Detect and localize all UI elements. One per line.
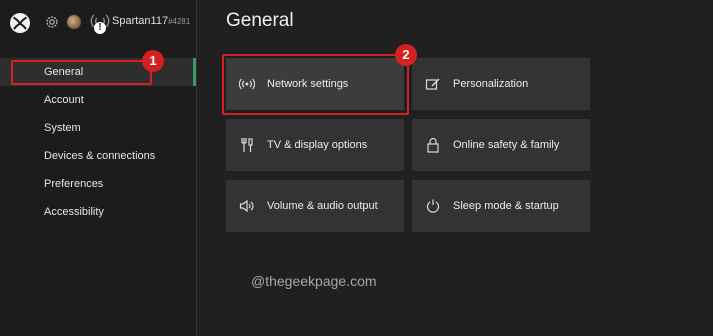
tile-tv-display-options[interactable]: TV & display options: [226, 119, 404, 171]
annotation-box-general: [11, 60, 152, 85]
gamertag[interactable]: Spartan117#4281: [112, 15, 190, 27]
annotation-marker-2: 2: [395, 44, 417, 66]
sidebar-item-preferences[interactable]: Preferences: [0, 170, 196, 198]
sidebar-item-system[interactable]: System: [0, 114, 196, 142]
page-title: General: [226, 10, 294, 31]
tile-personalization[interactable]: Personalization: [412, 58, 590, 110]
tile-online-safety-family[interactable]: Online safety & family: [412, 119, 590, 171]
speaker-icon: [239, 198, 255, 214]
gear-icon[interactable]: [44, 14, 60, 30]
sidebar-item-accessibility[interactable]: Accessibility: [0, 198, 196, 226]
annotation-box-network-settings: [222, 54, 409, 115]
gamertag-name: Spartan117: [112, 15, 169, 27]
tile-label: Online safety & family: [453, 139, 560, 151]
top-bar: ! Spartan117#4281: [0, 0, 196, 46]
annotation-marker-1: 1: [142, 50, 164, 72]
tile-sleep-mode-startup[interactable]: Sleep mode & startup: [412, 180, 590, 232]
sidebar-item-devices-connections[interactable]: Devices & connections: [0, 142, 196, 170]
gamertag-suffix: #4281: [168, 17, 191, 26]
tile-volume-audio-output[interactable]: Volume & audio output: [226, 180, 404, 232]
tile-label: Sleep mode & startup: [453, 200, 559, 212]
tile-label: TV & display options: [267, 139, 368, 151]
alert-icon: !: [94, 22, 106, 34]
sidebar-item-account[interactable]: Account: [0, 86, 196, 114]
personalization-icon: [425, 76, 441, 92]
tile-label: Personalization: [453, 78, 529, 90]
avatar[interactable]: [67, 15, 81, 29]
tv-display-icon: [239, 137, 255, 153]
xbox-logo-icon[interactable]: [9, 12, 31, 34]
sidebar: ! Spartan117#4281 General Account System…: [0, 0, 197, 336]
lock-icon: [425, 137, 441, 153]
watermark: @thegeekpage.com: [251, 273, 377, 289]
tile-label: Volume & audio output: [267, 200, 378, 212]
power-icon: [425, 198, 441, 214]
